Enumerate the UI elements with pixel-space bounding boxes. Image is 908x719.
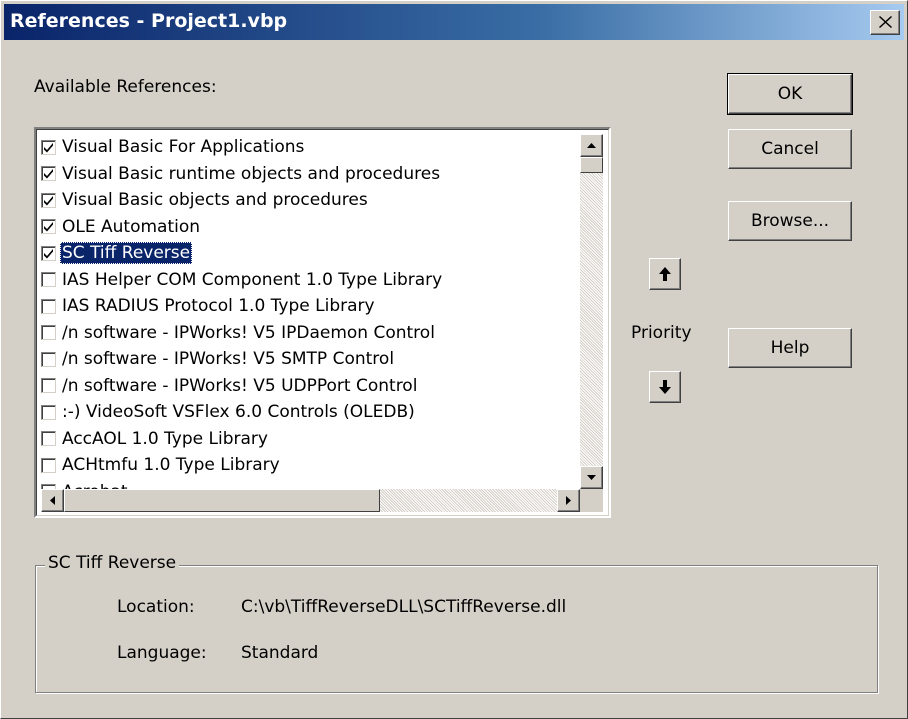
- horizontal-scrollbar[interactable]: [41, 489, 580, 512]
- close-button[interactable]: [870, 10, 900, 35]
- reference-item[interactable]: Acrobat: [41, 479, 576, 489]
- reference-label: /n software - IPWorks! V5 SMTP Control: [62, 349, 395, 370]
- reference-item[interactable]: /n software - IPWorks! V5 SMTP Control: [41, 346, 576, 373]
- reference-checkbox[interactable]: [41, 139, 56, 155]
- location-label: Location:: [117, 597, 195, 617]
- ok-button[interactable]: OK: [727, 73, 853, 115]
- reference-item[interactable]: OLE Automation: [41, 214, 576, 241]
- reference-item[interactable]: AccAOL 1.0 Type Library: [41, 426, 576, 453]
- reference-item[interactable]: Visual Basic runtime objects and procedu…: [41, 161, 576, 188]
- priority-down-button[interactable]: [649, 371, 681, 403]
- reference-checkbox[interactable]: [41, 431, 56, 447]
- reference-checkbox[interactable]: [41, 272, 56, 288]
- browse-button[interactable]: Browse...: [728, 201, 852, 241]
- reference-label: Acrobat: [60, 481, 130, 489]
- checkmark-icon: [44, 248, 53, 259]
- reference-checkbox[interactable]: [41, 351, 56, 367]
- location-value: C:\vb\TiffReverseDLL\SCTiffReverse.dll: [241, 597, 567, 617]
- reference-checkbox[interactable]: [41, 457, 56, 473]
- reference-item[interactable]: Visual Basic objects and procedures: [41, 187, 576, 214]
- reference-label: Visual Basic For Applications: [62, 137, 305, 158]
- checkmark-icon: [44, 142, 53, 153]
- reference-item[interactable]: SC Tiff Reverse: [41, 240, 576, 267]
- reference-checkbox[interactable]: [41, 166, 56, 182]
- horizontal-scroll-thumb[interactable]: [64, 489, 380, 512]
- reference-label: IAS RADIUS Protocol 1.0 Type Library: [62, 296, 375, 317]
- references-list[interactable]: Visual Basic For Applications Visual Basi…: [41, 134, 576, 489]
- scrollbar-corner: [580, 489, 603, 512]
- help-button[interactable]: Help: [728, 328, 852, 368]
- reference-label: OLE Automation: [62, 216, 201, 237]
- reference-label: /n software - IPWorks! V5 IPDaemon Contr…: [62, 322, 435, 343]
- arrow-up-icon: [659, 267, 671, 281]
- scroll-up-button[interactable]: [580, 134, 603, 157]
- scroll-down-icon: [587, 475, 596, 480]
- reference-checkbox[interactable]: [41, 219, 56, 235]
- checkmark-icon: [44, 222, 53, 232]
- reference-label: /n software - IPWorks! V5 UDPPort Contro…: [62, 375, 418, 396]
- reference-item[interactable]: IAS RADIUS Protocol 1.0 Type Library: [41, 293, 576, 320]
- reference-checkbox[interactable]: [41, 298, 56, 314]
- reference-label: SC Tiff Reverse: [60, 242, 193, 265]
- reference-checkbox[interactable]: [41, 192, 56, 208]
- references-dialog: References - Project1.vbp Available Refe…: [0, 0, 908, 719]
- vertical-scrollbar[interactable]: [580, 134, 603, 489]
- reference-item[interactable]: /n software - IPWorks! V5 UDPPort Contro…: [41, 373, 576, 400]
- reference-checkbox[interactable]: [41, 325, 56, 341]
- reference-checkbox[interactable]: [41, 245, 56, 261]
- reference-label: ACHtmfu 1.0 Type Library: [62, 455, 280, 476]
- language-value: Standard: [241, 643, 319, 663]
- reference-label: Visual Basic runtime objects and procedu…: [62, 163, 441, 184]
- arrow-down-icon: [659, 380, 671, 394]
- scroll-right-icon: [566, 496, 571, 505]
- reference-label: AccAOL 1.0 Type Library: [62, 428, 268, 449]
- references-listbox[interactable]: Visual Basic For Applications Visual Basi…: [34, 127, 611, 518]
- language-label: Language:: [117, 643, 207, 663]
- checkmark-icon: [44, 195, 53, 206]
- reference-label: Visual Basic objects and procedures: [62, 190, 368, 211]
- vertical-scroll-thumb[interactable]: [580, 157, 603, 173]
- reference-details-title: SC Tiff Reverse: [45, 553, 180, 573]
- scroll-left-icon: [50, 496, 55, 505]
- reference-checkbox[interactable]: [41, 404, 56, 420]
- available-references-label: Available References:: [34, 77, 217, 97]
- priority-up-button[interactable]: [649, 258, 681, 290]
- scroll-left-button[interactable]: [41, 489, 64, 512]
- cancel-button[interactable]: Cancel: [728, 129, 852, 169]
- window-title: References - Project1.vbp: [10, 10, 288, 32]
- title-bar[interactable]: References - Project1.vbp: [4, 4, 904, 40]
- reference-label: :-) VideoSoft VSFlex 6.0 Controls (OLEDB…: [62, 402, 415, 423]
- scroll-right-button[interactable]: [557, 489, 580, 512]
- reference-item[interactable]: IAS Helper COM Component 1.0 Type Librar…: [41, 267, 576, 294]
- priority-label: Priority: [631, 323, 692, 343]
- scroll-down-button[interactable]: [580, 466, 603, 489]
- scroll-up-icon: [587, 143, 596, 148]
- reference-details-group: [35, 565, 878, 693]
- reference-item[interactable]: :-) VideoSoft VSFlex 6.0 Controls (OLEDB…: [41, 399, 576, 426]
- reference-item[interactable]: Visual Basic For Applications: [41, 134, 576, 161]
- reference-item[interactable]: /n software - IPWorks! V5 IPDaemon Contr…: [41, 320, 576, 347]
- close-icon: [879, 16, 892, 28]
- checkmark-icon: [44, 169, 53, 179]
- reference-checkbox[interactable]: [41, 378, 56, 394]
- reference-item[interactable]: ACHtmfu 1.0 Type Library: [41, 452, 576, 479]
- reference-label: IAS Helper COM Component 1.0 Type Librar…: [62, 269, 443, 290]
